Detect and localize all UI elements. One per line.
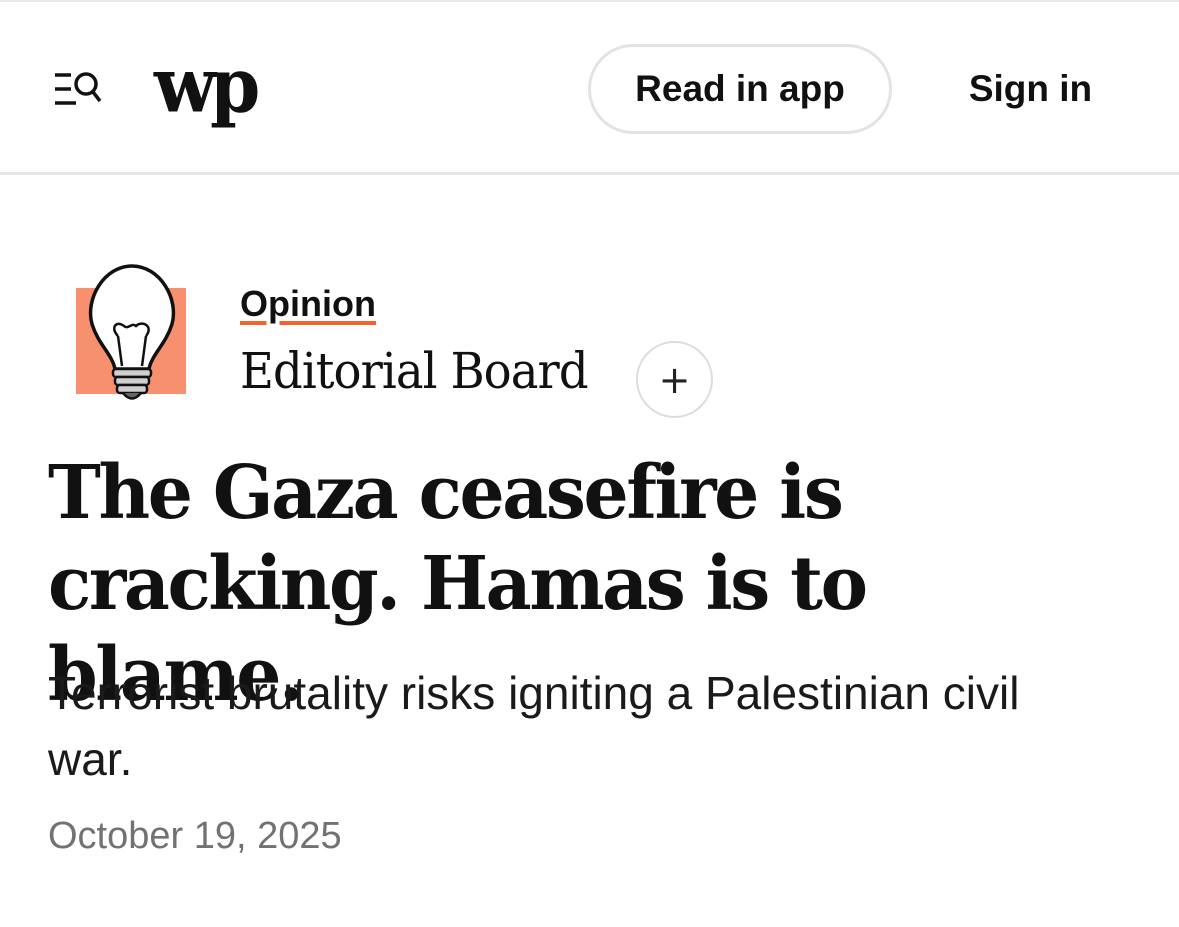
washington-post-logo[interactable]: wp bbox=[154, 38, 260, 133]
follow-author-button[interactable]: + bbox=[636, 341, 713, 418]
sign-in-button[interactable]: Sign in bbox=[948, 44, 1113, 134]
author-name[interactable]: Editorial Board bbox=[240, 342, 589, 400]
lightbulb-icon bbox=[72, 262, 192, 407]
site-header: wp Read in app Sign in bbox=[0, 2, 1179, 175]
publish-date: October 19, 2025 bbox=[48, 815, 342, 857]
plus-icon: + bbox=[658, 357, 691, 402]
read-in-app-button[interactable]: Read in app bbox=[588, 44, 892, 134]
opinion-section-link[interactable]: Opinion bbox=[240, 283, 376, 325]
menu-search-icon[interactable] bbox=[52, 66, 104, 112]
article-subheadline: Terrorist brutality risks igniting a Pal… bbox=[48, 667, 1020, 785]
